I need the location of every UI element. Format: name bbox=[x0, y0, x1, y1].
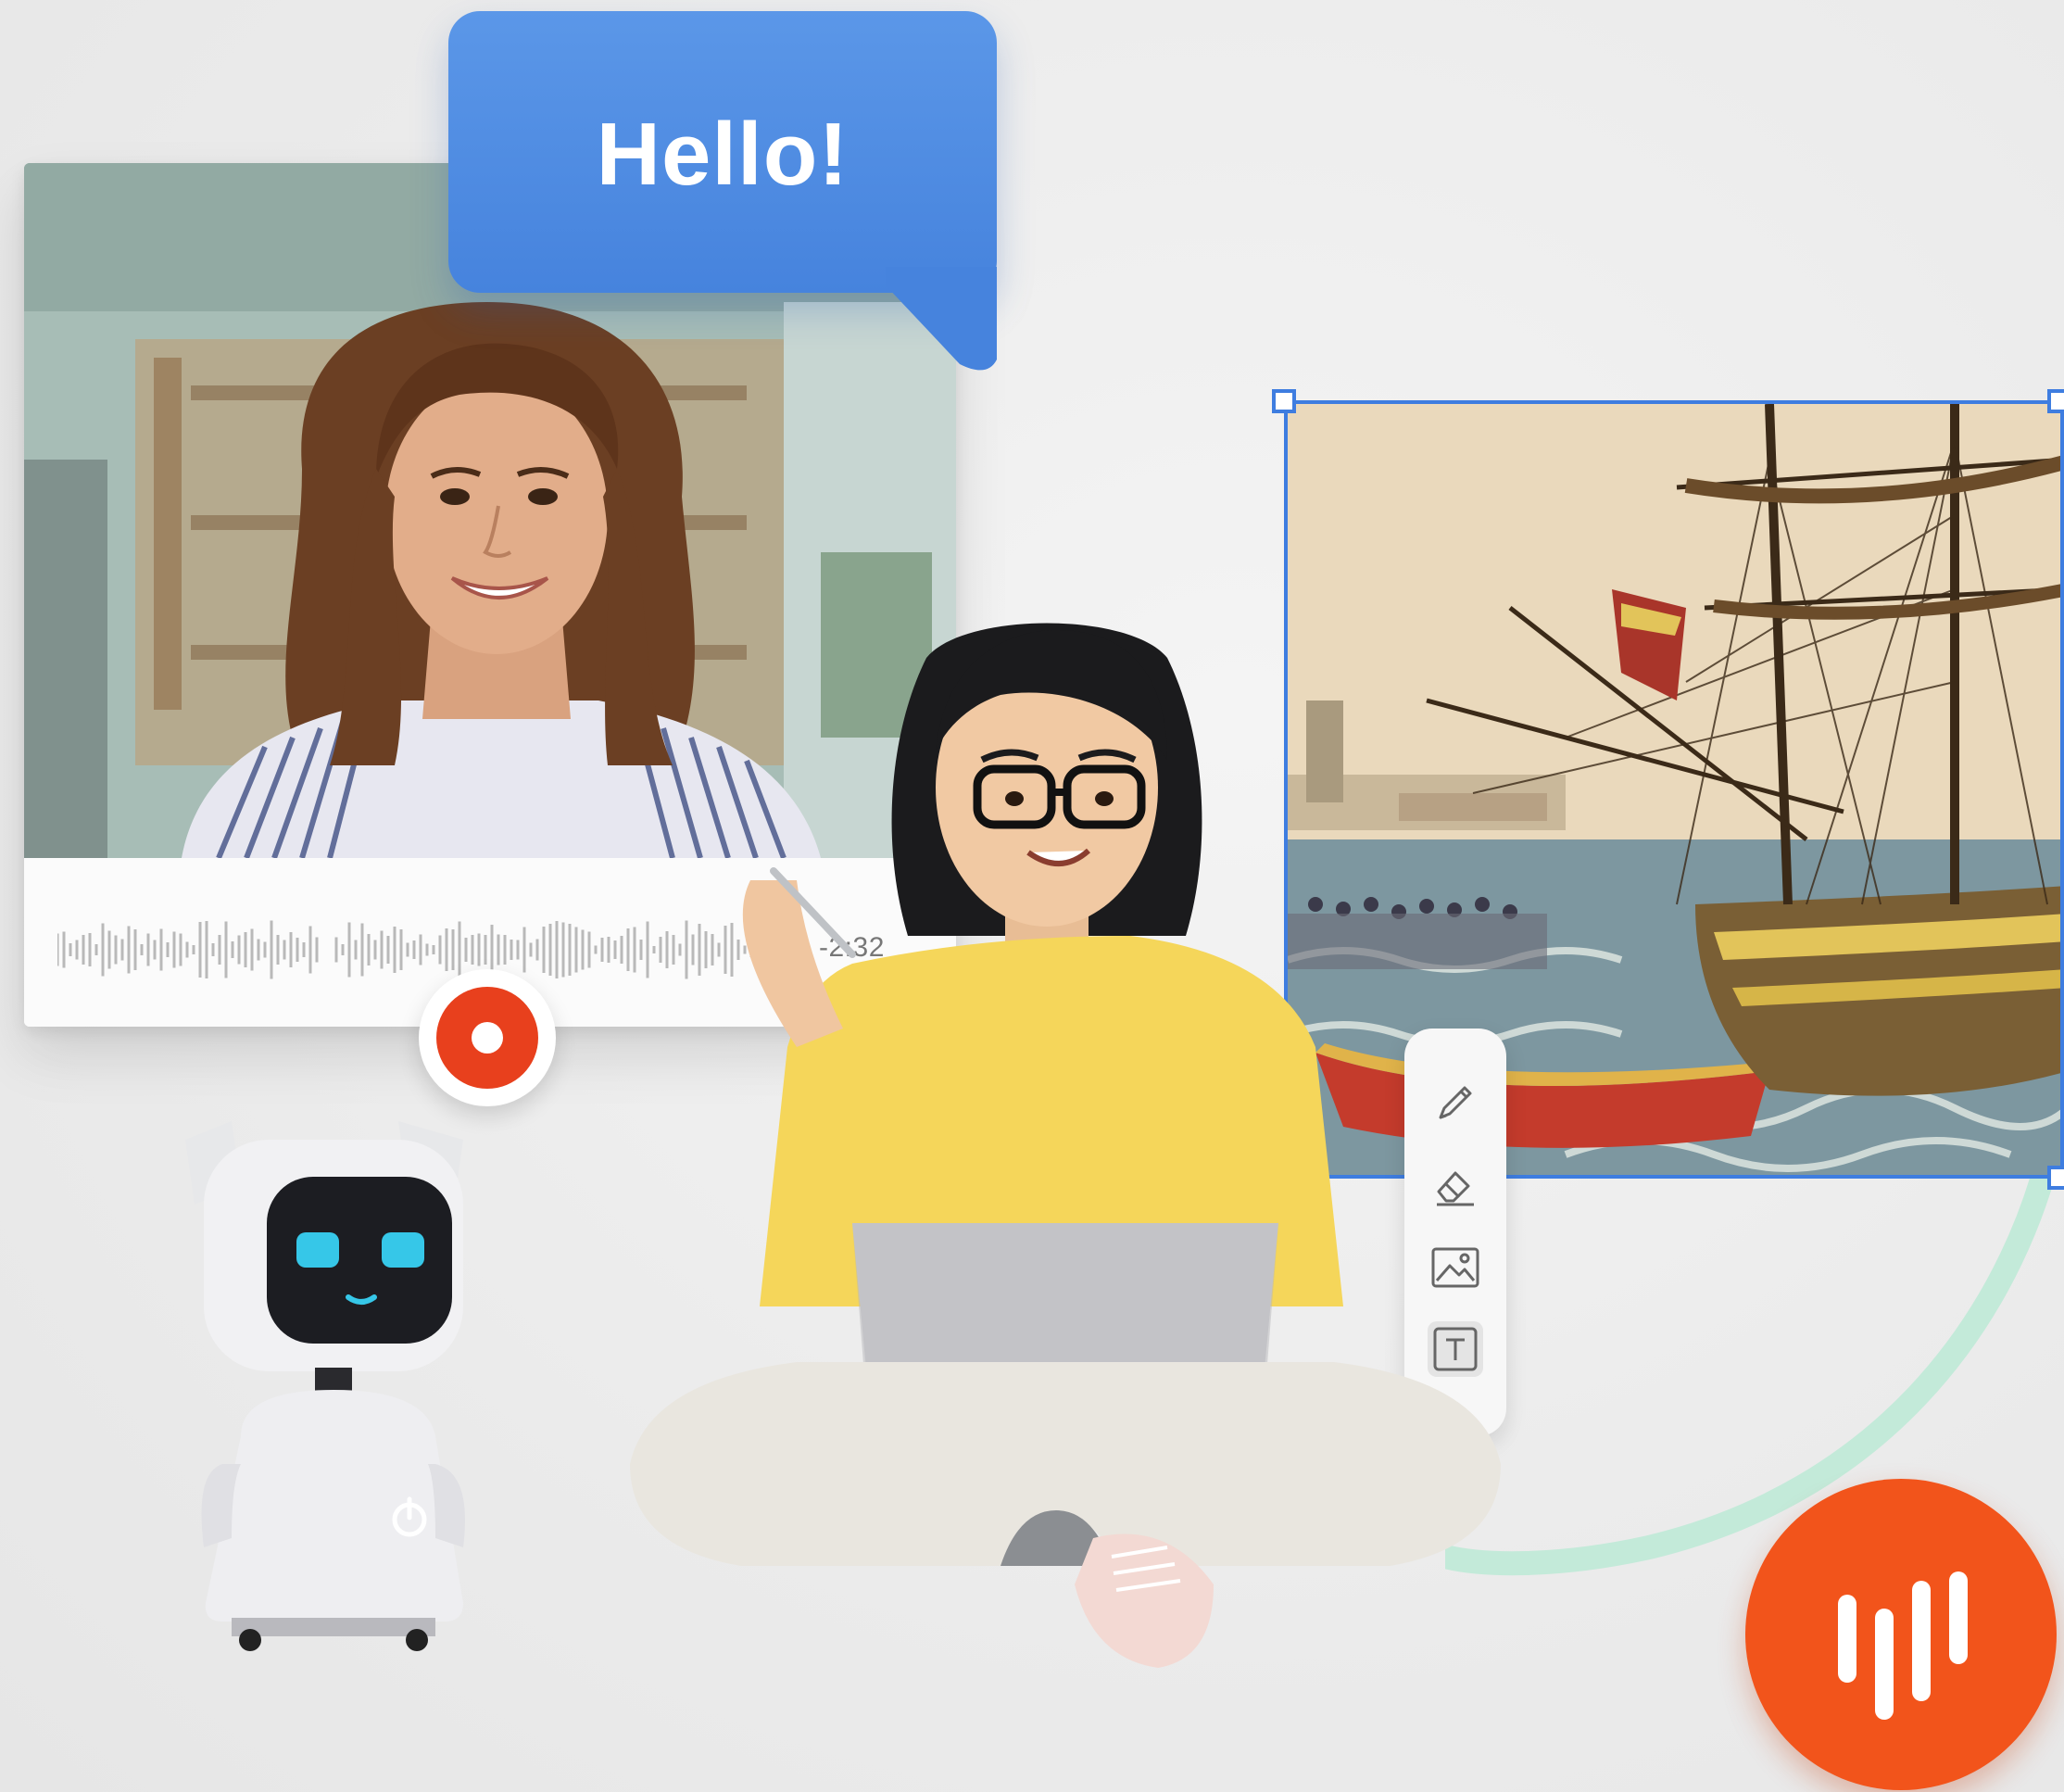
robot-character bbox=[185, 1121, 465, 1651]
audio-bars-icon bbox=[1838, 1571, 1968, 1720]
speech-bubble-text: Hello! bbox=[596, 105, 850, 204]
record-icon bbox=[436, 987, 538, 1089]
student-character bbox=[630, 623, 1501, 1668]
speech-bubble: Hello! bbox=[448, 11, 997, 371]
speech-bubble-tail bbox=[886, 267, 997, 371]
resize-handle-top-left[interactable] bbox=[1272, 389, 1296, 413]
audio-assistant-button[interactable] bbox=[1745, 1479, 2057, 1790]
resize-handle-bottom-right[interactable] bbox=[2047, 1166, 2064, 1190]
resize-handle-top-right[interactable] bbox=[2047, 389, 2064, 413]
record-button[interactable] bbox=[419, 969, 556, 1106]
hero-illustration: -2:32 Hello! bbox=[0, 0, 2064, 1792]
